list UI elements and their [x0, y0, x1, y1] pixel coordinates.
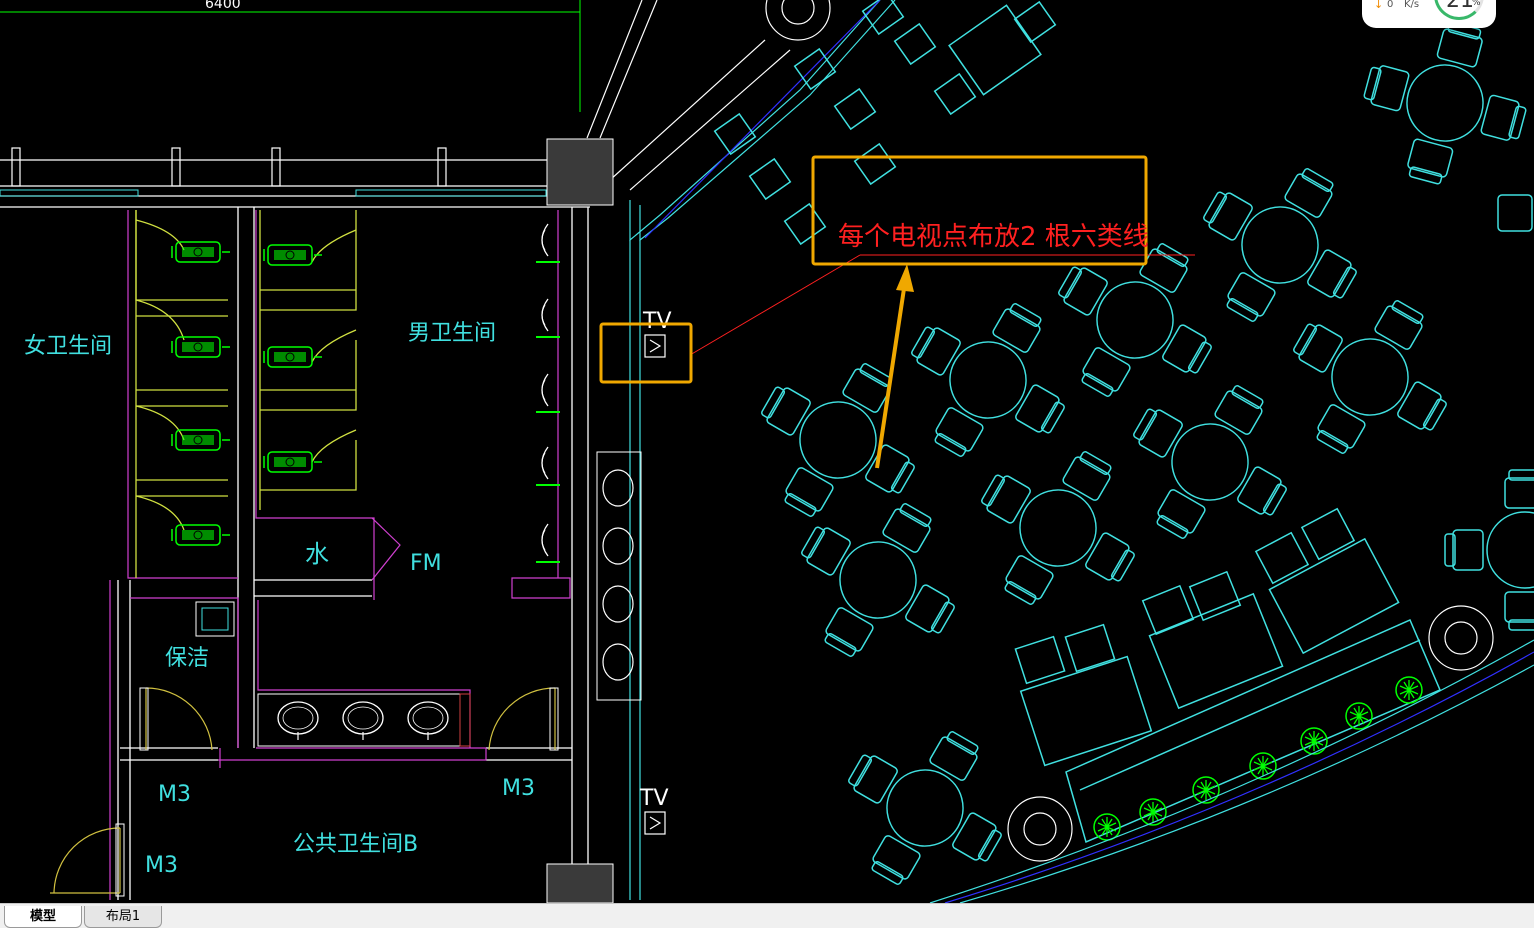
toilet-icon — [171, 336, 231, 358]
top-railing — [0, 147, 590, 208]
pipe-shaft — [459, 693, 471, 747]
cafe-tables — [727, 4, 1534, 903]
toilet-icon — [171, 524, 231, 546]
tv-outlet-symbol — [644, 334, 666, 835]
urinal-icon — [535, 223, 561, 263]
network-monitor-widget[interactable]: ↓ 0 K/s 21 % — [1362, 0, 1496, 28]
urinal-icon — [535, 373, 561, 413]
tab-model[interactable]: 模型 — [4, 906, 82, 928]
sink-icon — [602, 585, 634, 623]
diagonal-wall-lines — [586, 0, 791, 191]
room-label-men-restroom: 男卫生间 — [408, 321, 496, 346]
sink-icon — [602, 527, 634, 565]
column-bottom — [546, 863, 614, 903]
urinal-icon — [535, 446, 561, 486]
download-speed: 0 — [1387, 0, 1394, 10]
sink-icon — [407, 701, 449, 741]
tv-label: TV — [642, 309, 672, 334]
sink-icon — [602, 643, 634, 681]
speed-unit: K/s — [1404, 0, 1420, 10]
window-strip-right — [355, 189, 547, 197]
glass-curtain-wall — [629, 0, 896, 900]
sink-icon — [342, 701, 384, 741]
toilet-icon — [263, 451, 323, 473]
top-dimension-line — [0, 0, 581, 112]
door-label-m3: M3 — [158, 782, 191, 807]
room-label-women-restroom: 女卫生间 — [24, 334, 112, 359]
urinal-icon — [535, 523, 561, 563]
door-label-m3: M3 — [145, 853, 178, 878]
column-top — [546, 138, 614, 206]
usage-percent: 21 — [1446, 0, 1474, 13]
blue-axis-line — [644, 0, 881, 239]
toilet-icon — [263, 244, 323, 266]
tv-label: TV — [639, 786, 669, 811]
callout-arrow-icon — [875, 264, 914, 469]
room-label-fm: FM — [410, 551, 442, 576]
annotation-leader-line — [689, 254, 861, 356]
door-arcs — [50, 687, 556, 894]
urinal-icon — [535, 298, 561, 338]
sink-icon — [277, 701, 319, 741]
cabling-annotation-text: 每个电视点布放2 根六类线 — [838, 222, 1149, 252]
top-seating-blocks — [713, 0, 1533, 246]
outer-axis-line — [944, 651, 1534, 903]
cad-drawing-canvas[interactable]: 6400 TV TV 女卫生间 男卫生间 水 FM 保洁 公共卫生间B M3 M… — [0, 0, 1534, 903]
download-arrow-icon: ↓ — [1374, 0, 1384, 11]
planter-plants — [1093, 676, 1423, 841]
room-label-public-restroom: 公共卫生间B — [293, 832, 418, 857]
tab-layout1[interactable]: 布局1 — [84, 906, 162, 928]
sink-icon — [602, 469, 634, 507]
percent-sign: % — [1472, 0, 1481, 8]
outer-curved-wall — [929, 639, 1534, 903]
door-label-m3: M3 — [502, 776, 535, 801]
toilet-icon — [263, 346, 323, 368]
window-strip-left — [0, 189, 139, 197]
water-room-door — [371, 517, 401, 581]
room-label-cleaning: 保洁 — [165, 646, 209, 671]
top-dimension-label: 6400 — [205, 0, 241, 12]
room-label-water: 水 — [305, 540, 329, 568]
stall-partitions — [135, 210, 357, 578]
layout-tab-bar: 模型 布局1 — [0, 903, 1534, 928]
